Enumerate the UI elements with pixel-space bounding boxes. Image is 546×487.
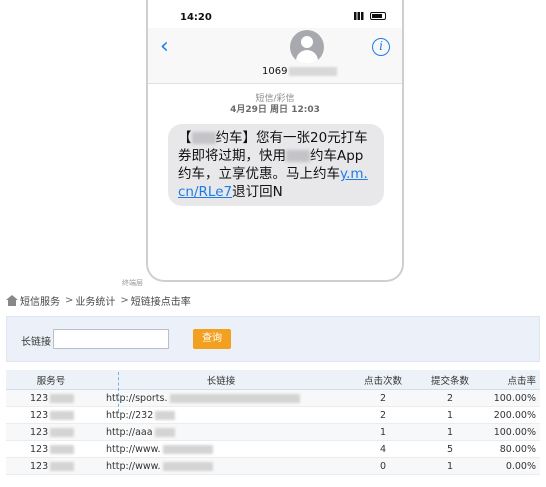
breadcrumb-item-sms[interactable]: 短信服务 xyxy=(20,293,60,308)
home-icon[interactable] xyxy=(6,294,18,306)
cell-submits: 1 xyxy=(446,460,454,472)
header-ctr[interactable]: 点击率 xyxy=(480,373,540,387)
stats-table: 服务号 长链接 点击次数 提交条数 点击率 123 http://sports.… xyxy=(6,370,540,475)
admin-panel: 短信服务 > 业务统计 > 短链接点击率 长链接 查询 服务号 长链接 点击次数… xyxy=(0,286,546,487)
cell-clicks: 1 xyxy=(379,426,387,438)
search-label: 长链接 xyxy=(21,337,51,348)
sms-type: 短信/彩信 xyxy=(255,94,295,104)
table-row[interactable]: 123 http://aaa 1 1 100.00% xyxy=(6,424,540,441)
sms-meta: 短信/彩信 4月29日 周日 12:03 xyxy=(148,94,402,116)
search-button[interactable]: 查询 xyxy=(193,329,231,349)
status-time: 14:20 xyxy=(180,12,212,23)
info-icon[interactable]: i xyxy=(372,38,390,56)
avatar-body xyxy=(296,50,318,64)
cell-service: 123 xyxy=(6,461,96,472)
contact-number-text: 1069 xyxy=(262,66,288,77)
table-row[interactable]: 123 http://www. 0 1 0.00% xyxy=(6,458,540,475)
breadcrumb: 短信服务 > 业务统计 > 短链接点击率 xyxy=(6,292,193,308)
header-submits[interactable]: 提交条数 xyxy=(420,373,480,387)
sms-bubble: 【约车】您有一张20元打车券即将过期，快用 约车App约车，立享优惠。马上约车y.… xyxy=(168,124,384,206)
breadcrumb-item-ctr: 短链接点击率 xyxy=(130,296,191,308)
cell-submits: 1 xyxy=(446,426,454,438)
status-bar: 14:20 xyxy=(160,10,392,26)
cell-rate: 200.00% xyxy=(493,409,536,421)
phone-screen: 14:20 ‹ 1069 i 短信/彩信 4月29日 周日 12:03 【约车】… xyxy=(146,0,404,282)
cell-submits: 5 xyxy=(446,443,454,455)
table-row[interactable]: 123 http://sports. 2 2 100.00% xyxy=(6,390,540,407)
header-clicks[interactable]: 点击次数 xyxy=(346,373,420,387)
status-icons xyxy=(354,12,386,20)
back-chevron-icon[interactable]: ‹ xyxy=(160,36,169,58)
redacted-brand xyxy=(191,132,216,144)
search-bar: 长链接 查询 xyxy=(6,316,540,362)
cell-url: http://sports. xyxy=(96,393,346,404)
battery-icon xyxy=(370,12,386,20)
cell-clicks: 2 xyxy=(379,409,387,421)
breadcrumb-item-stats[interactable]: 业务统计 xyxy=(75,293,115,308)
table-row[interactable]: 123 http://www. 4 5 80.00% xyxy=(6,441,540,458)
dashed-connector xyxy=(118,372,119,412)
cell-rate: 100.00% xyxy=(493,426,536,438)
cell-rate: 80.00% xyxy=(499,443,536,455)
cell-rate: 100.00% xyxy=(493,392,536,404)
long-link-input[interactable] xyxy=(53,329,169,349)
header-long-link[interactable]: 长链接 xyxy=(96,373,346,387)
avatar-head xyxy=(301,36,313,48)
redacted-number xyxy=(289,66,338,76)
cell-service: 123 xyxy=(6,393,96,404)
cell-clicks: 4 xyxy=(379,443,387,455)
table-row[interactable]: 123 http://232 2 1 200.00% xyxy=(6,407,540,424)
table-header: 服务号 长链接 点击次数 提交条数 点击率 xyxy=(6,370,540,390)
msg-part1: 【 xyxy=(178,130,192,146)
cell-rate: 0.00% xyxy=(505,460,536,472)
cell-url: http://aaa xyxy=(96,427,346,438)
msg-part4: 退订回N xyxy=(232,184,283,200)
contact-avatar[interactable] xyxy=(290,30,324,64)
breadcrumb-separator: > xyxy=(120,294,129,306)
cell-service: 123 xyxy=(6,444,96,455)
breadcrumb-separator: > xyxy=(65,294,74,306)
contact-number[interactable]: 1069 xyxy=(262,66,338,77)
cell-clicks: 0 xyxy=(379,460,387,472)
redacted-brand-2 xyxy=(286,150,310,162)
cell-url: http://www. xyxy=(96,461,346,472)
cell-submits: 2 xyxy=(446,392,454,404)
cell-url: http://232 xyxy=(96,410,346,421)
conversation-header: ‹ 1069 i xyxy=(148,28,402,84)
signal-icon xyxy=(354,12,366,20)
cell-submits: 1 xyxy=(446,409,454,421)
cell-clicks: 2 xyxy=(379,392,387,404)
sms-date: 4月29日 周日 12:03 xyxy=(230,105,320,115)
header-service[interactable]: 服务号 xyxy=(6,373,96,387)
cell-service: 123 xyxy=(6,410,96,421)
cell-service: 123 xyxy=(6,427,96,438)
cell-url: http://www. xyxy=(96,444,346,455)
